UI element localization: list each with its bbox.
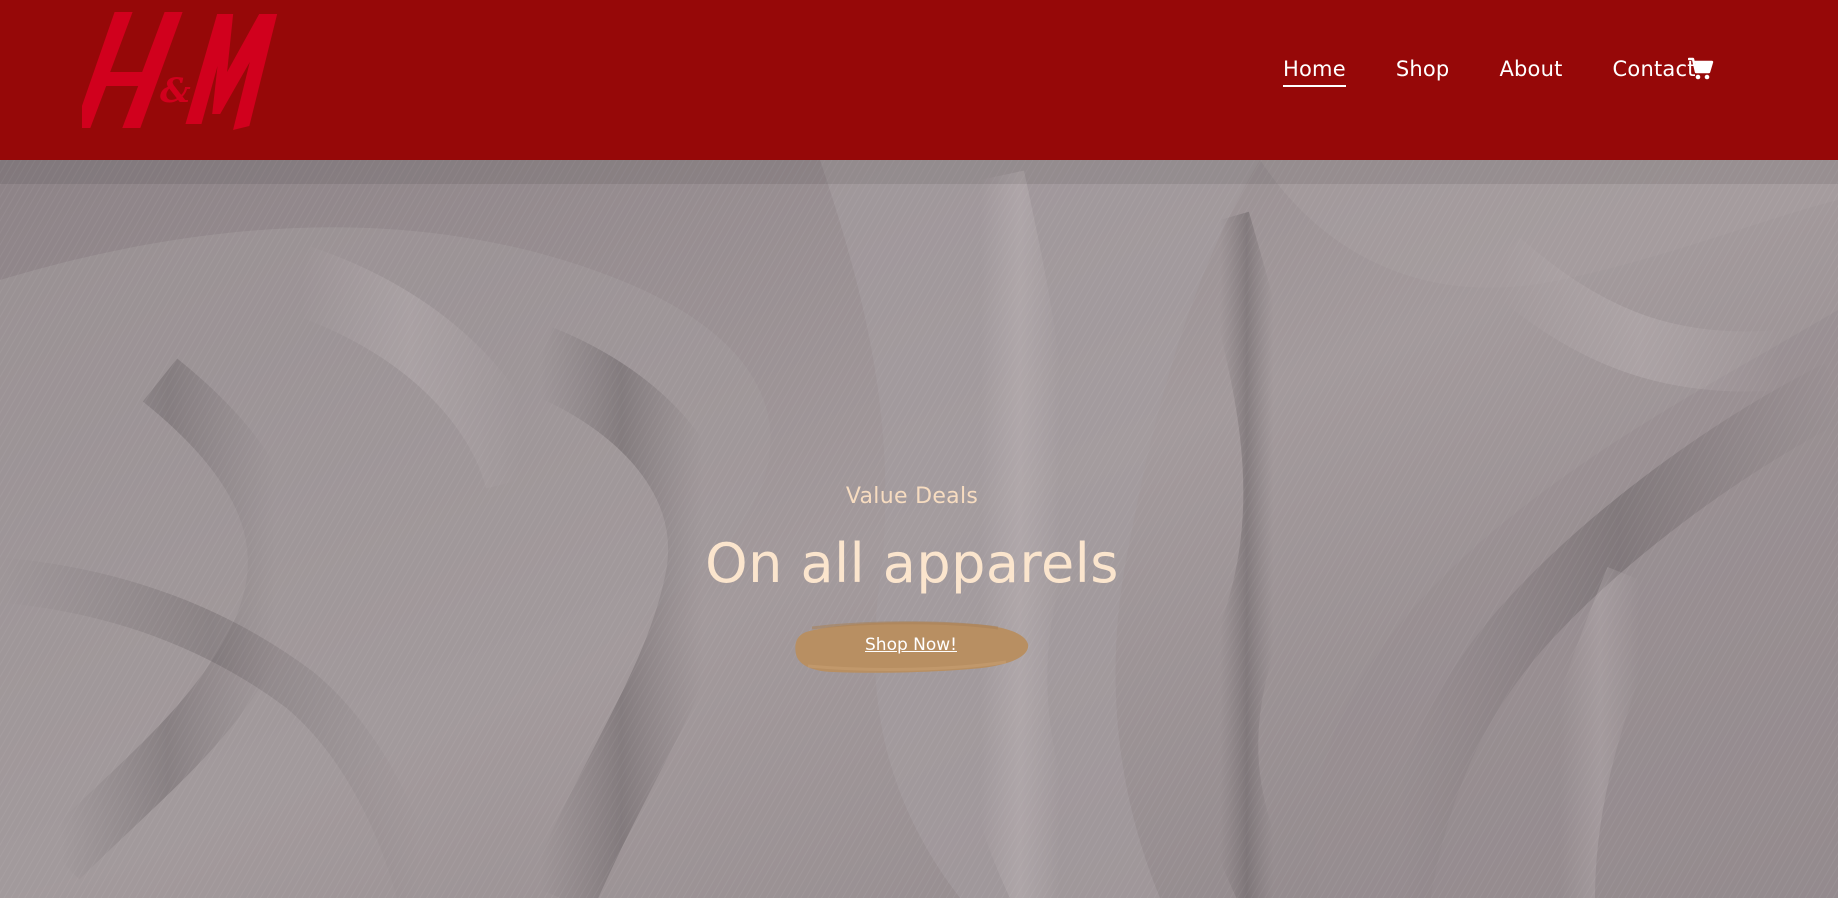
nav-home[interactable]: Home [1283, 54, 1346, 87]
nav-about[interactable]: About [1499, 54, 1562, 84]
hero-title: On all apparels [705, 532, 1119, 595]
shop-now-button[interactable]: Shop Now! [792, 618, 1030, 674]
site-header: & Home Shop About Contact [0, 0, 1838, 160]
main-nav: Home Shop About Contact [1283, 54, 1746, 94]
hero-subtitle: Value Deals [845, 484, 979, 509]
nav-contact[interactable]: Contact [1613, 54, 1696, 84]
hero-banner: Value Deals On all apparels Shop Now! [0, 160, 1838, 898]
shopping-cart-icon[interactable] [1688, 57, 1714, 81]
page: & Home Shop About Contact Value Deals On… [0, 0, 1842, 898]
svg-text:&: & [160, 71, 191, 111]
nav-shop[interactable]: Shop [1396, 54, 1450, 84]
scrollbar-gutter [1838, 0, 1842, 898]
fabric-background-image [0, 160, 1838, 898]
shop-now-label: Shop Now! [865, 635, 957, 655]
brand-logo[interactable]: & [82, 2, 282, 136]
